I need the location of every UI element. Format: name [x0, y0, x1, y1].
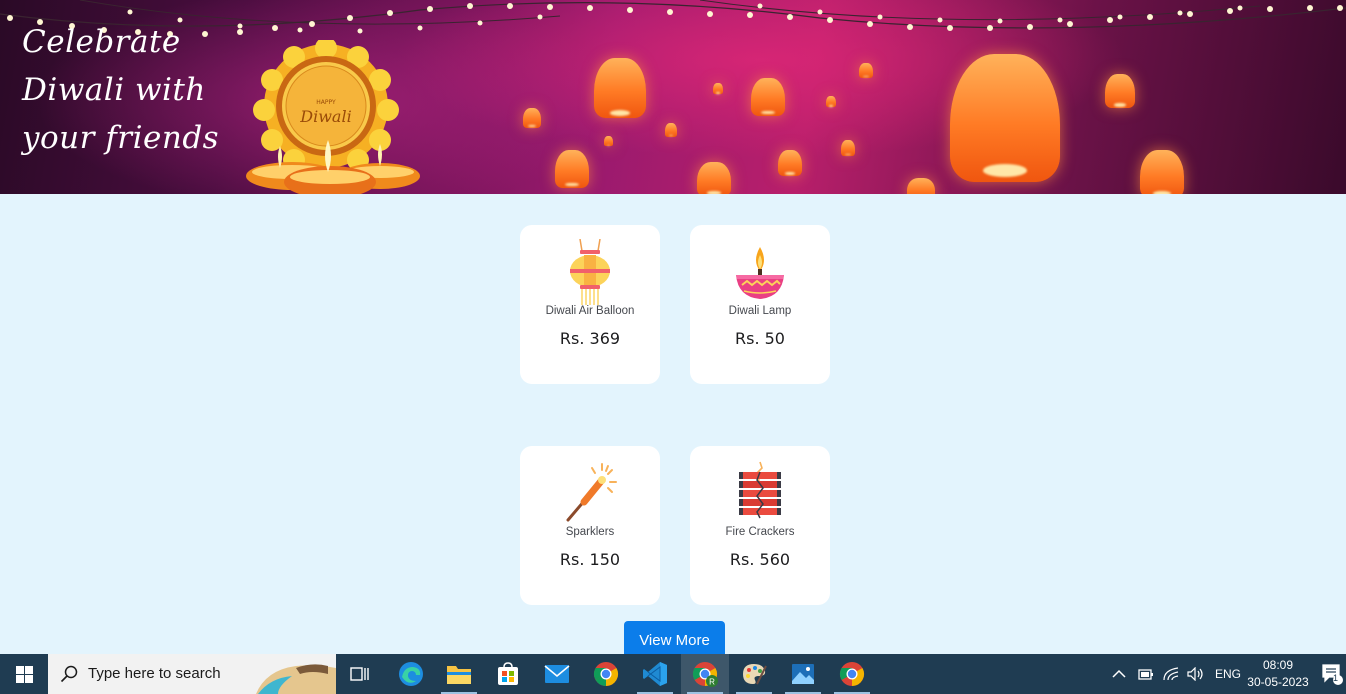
- notification-count-badge: 1: [1333, 673, 1339, 683]
- wifi-icon[interactable]: [1163, 667, 1179, 681]
- sky-lantern-decoration: [826, 96, 836, 107]
- photos-icon: [792, 664, 814, 684]
- chrome-icon: [593, 662, 619, 686]
- mail-icon: [544, 665, 570, 683]
- banner-headline-line1: Celebrate: [22, 24, 181, 60]
- product-price: Rs. 150: [559, 550, 621, 569]
- taskbar-app-chrome[interactable]: [582, 654, 630, 694]
- banner-headline: Celebrate Diwali with your friends: [22, 18, 242, 162]
- notification-center-button[interactable]: 1: [1318, 654, 1346, 694]
- sky-lantern-decoration: [778, 150, 802, 176]
- taskbar-search-box[interactable]: Type here to search: [48, 654, 336, 694]
- sky-lantern-decoration: [1105, 74, 1135, 108]
- product-price: Rs. 560: [729, 550, 791, 569]
- search-icon: [60, 665, 78, 683]
- sky-lantern-decoration: [859, 63, 873, 78]
- firecracker-icon: [739, 461, 781, 519]
- diwali-banner: Celebrate Diwali with your friends HAPPY…: [0, 0, 1346, 194]
- sky-lantern-decoration: [751, 78, 785, 116]
- taskbar-app-chrome-profile[interactable]: R: [681, 654, 729, 694]
- sky-lantern-decoration: [907, 178, 935, 194]
- taskbar-clock[interactable]: 08:09 30-05-2023: [1240, 657, 1316, 691]
- clock-date: 30-05-2023: [1247, 675, 1309, 689]
- taskbar-app-vscode[interactable]: [631, 654, 679, 694]
- sparkler-icon: [566, 463, 617, 522]
- taskbar-app-photos[interactable]: [779, 654, 827, 694]
- start-button[interactable]: [0, 654, 48, 694]
- battery-icon[interactable]: [1138, 667, 1154, 681]
- taskbar-app-chrome-2[interactable]: [828, 654, 876, 694]
- clock-time: 08:09: [1262, 658, 1294, 672]
- product-name: Diwali Lamp: [728, 305, 792, 317]
- taskbar-app-store[interactable]: [484, 654, 532, 694]
- product-name: Fire Crackers: [725, 526, 795, 538]
- chrome-icon: [839, 662, 865, 686]
- svg-text:R: R: [709, 678, 715, 687]
- edge-icon: [399, 662, 423, 686]
- banner-headline-line2: Diwali with: [22, 72, 206, 108]
- taskbar-app-file-explorer[interactable]: [435, 654, 483, 694]
- sky-lantern-decoration: [665, 123, 677, 137]
- chrome-profile-icon: R: [692, 662, 718, 687]
- happy-diwali-emblem: HAPPY Diwali: [246, 40, 420, 194]
- diya-icon: [736, 247, 784, 299]
- paint-palette-icon: [743, 664, 767, 685]
- task-view-button[interactable]: [336, 654, 384, 694]
- taskbar-app-paint[interactable]: [730, 654, 778, 694]
- sky-lantern-decoration: [697, 162, 731, 194]
- product-name: Sparklers: [565, 526, 615, 538]
- chevron-up-icon[interactable]: [1112, 669, 1126, 679]
- language-indicator[interactable]: ENG: [1215, 667, 1241, 681]
- product-card-fire-crackers[interactable]: Fire Crackers Rs. 560: [690, 446, 830, 605]
- folder-icon: [447, 666, 471, 684]
- sky-lantern-decoration: [1140, 150, 1184, 194]
- search-placeholder: Type here to search: [88, 665, 221, 682]
- sky-lantern-decoration: [604, 136, 613, 146]
- beach-search-highlight-icon: [256, 664, 336, 694]
- notification-icon: [1322, 664, 1343, 685]
- sky-lantern-decoration: [841, 140, 855, 156]
- product-name: Diwali Air Balloon: [545, 305, 635, 317]
- product-price: Rs. 50: [735, 329, 785, 348]
- vscode-icon: [643, 662, 667, 686]
- taskbar-app-mail[interactable]: [533, 654, 581, 694]
- sky-lantern-decoration: [713, 83, 723, 94]
- emblem-small-text: HAPPY: [316, 99, 336, 106]
- sky-lantern-decoration: [950, 54, 1060, 182]
- taskbar-app-edge[interactable]: [387, 654, 435, 694]
- task-view-icon: [350, 667, 369, 681]
- lantern-icon: [570, 239, 610, 305]
- sky-lantern-decoration: [555, 150, 589, 188]
- product-price: Rs. 369: [559, 329, 621, 348]
- system-tray: ENG: [1112, 654, 1241, 694]
- sky-lantern-decoration: [523, 108, 541, 128]
- volume-icon[interactable]: [1187, 667, 1205, 681]
- product-card-air-balloon[interactable]: Diwali Air Balloon Rs. 369: [520, 225, 660, 384]
- banner-headline-line3: your friends: [22, 120, 220, 156]
- emblem-title-text: Diwali: [299, 107, 351, 126]
- windows-logo-icon: [15, 665, 33, 683]
- store-icon: [498, 662, 518, 685]
- product-card-sparklers[interactable]: Sparklers Rs. 150: [520, 446, 660, 605]
- sky-lantern-decoration: [594, 58, 646, 118]
- windows-taskbar: Type here to search R ENG 08:09 30-05-20…: [0, 654, 1346, 694]
- product-card-diwali-lamp[interactable]: Diwali Lamp Rs. 50: [690, 225, 830, 384]
